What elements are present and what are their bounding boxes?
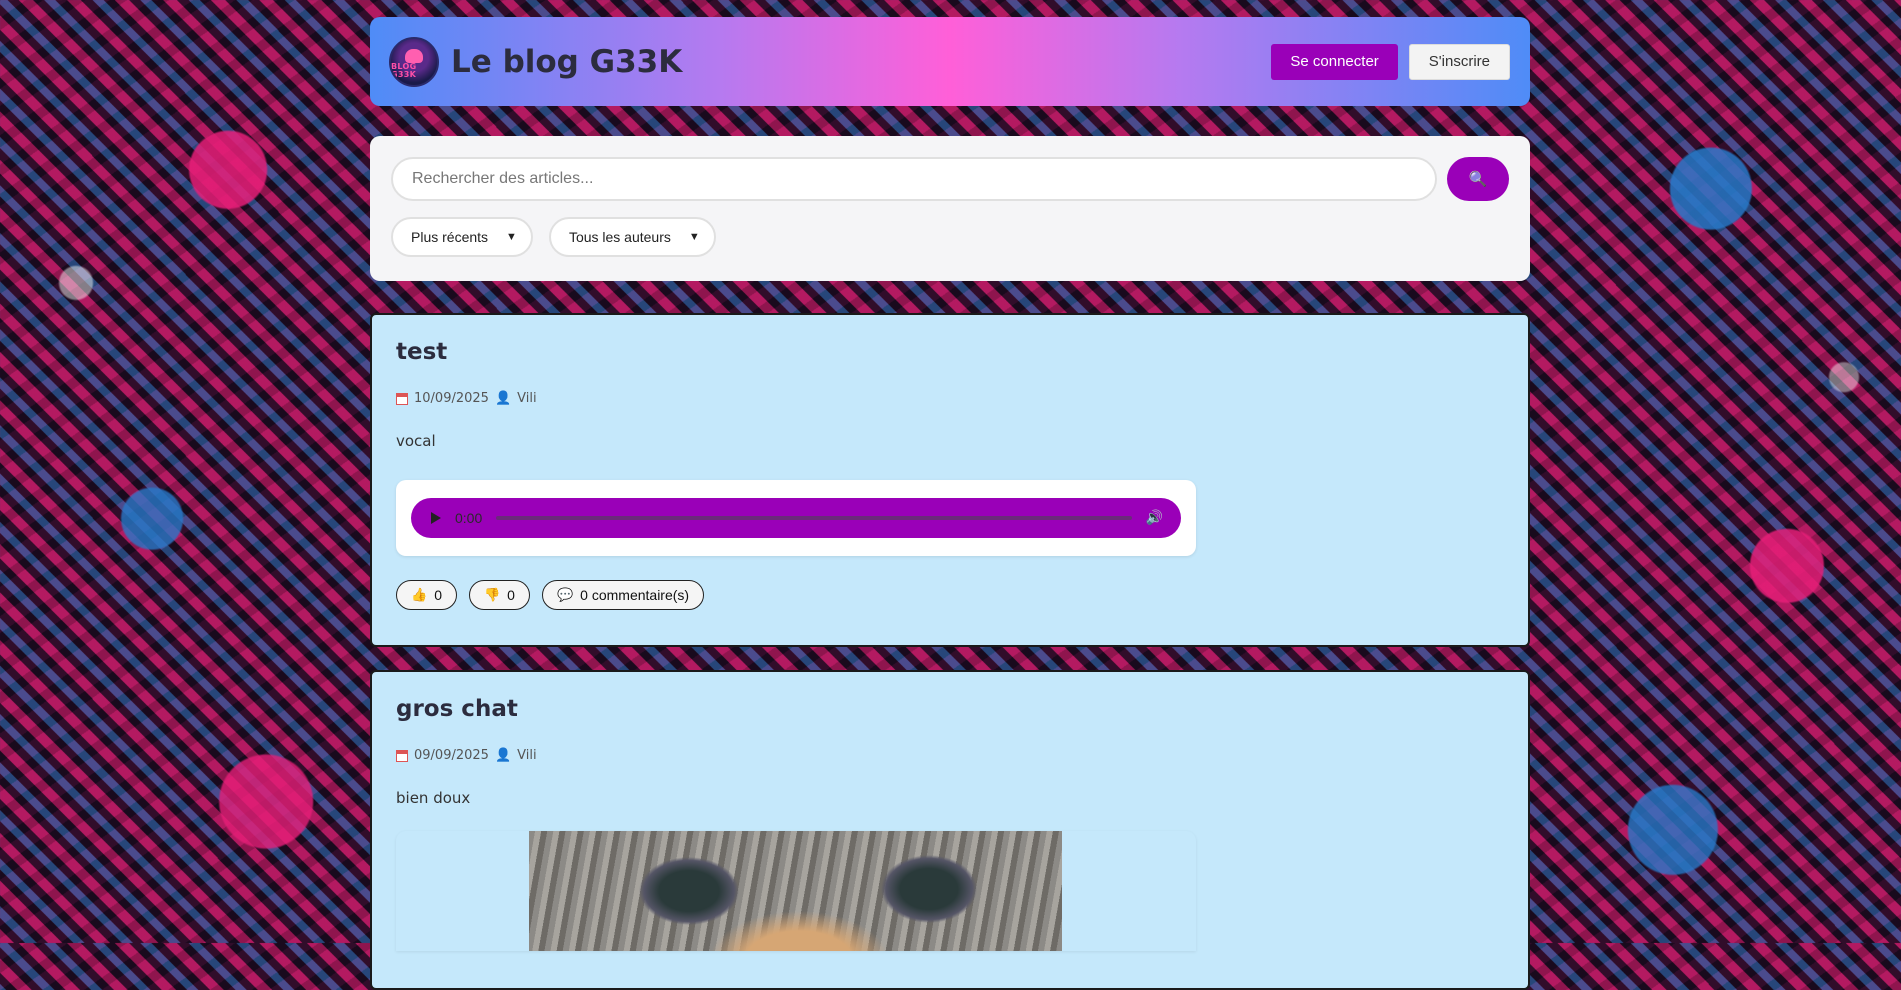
speech-bubble-icon: 💬 — [556, 587, 574, 602]
sort-select-value: Plus récents — [411, 229, 489, 245]
calendar-icon — [396, 392, 408, 405]
brand[interactable]: BLOG G33K Le blog G33K — [389, 36, 683, 87]
auth-buttons: Se connecter S'inscrire — [1271, 43, 1510, 80]
login-button[interactable]: Se connecter — [1271, 43, 1398, 80]
search-icon: 🔍 — [1468, 171, 1488, 188]
volume-icon[interactable]: 🔊 — [1146, 510, 1163, 526]
comment-count: 0 commentaire(s) — [580, 587, 690, 603]
site-header: BLOG G33K Le blog G33K Se connecter S'in… — [370, 17, 1530, 106]
chevron-down-icon: ▼ — [506, 231, 517, 243]
reactions: 👍 0 👎 0 💬 0 commentaire(s) — [396, 580, 1504, 610]
filter-row: Plus récents ▼ Tous les auteurs ▼ — [391, 217, 1509, 257]
post-author: Vili — [517, 391, 537, 406]
user-icon: 👤 — [494, 391, 512, 406]
page-container: BLOG G33K Le blog G33K Se connecter S'in… — [370, 17, 1530, 990]
post-body: vocal — [396, 432, 436, 450]
like-count: 0 — [434, 587, 442, 603]
audio-time: 0:00 — [455, 510, 483, 526]
like-button[interactable]: 👍 0 — [396, 580, 457, 610]
post-body: bien doux — [396, 789, 471, 807]
user-icon: 👤 — [494, 748, 512, 763]
calendar-icon — [396, 749, 408, 762]
post-card: gros chat 09/09/2025 👤 Vili bien doux — [370, 670, 1530, 990]
site-title: Le blog G33K — [451, 43, 683, 80]
post-card: test 10/09/2025 👤 Vili vocal 0:00 🔊 👍 0 … — [370, 313, 1530, 647]
logo: BLOG G33K — [389, 36, 439, 87]
search-row: 🔍 — [391, 157, 1509, 201]
audio-progress-bar[interactable] — [496, 516, 1132, 520]
post-meta: 09/09/2025 👤 Vili — [396, 748, 1504, 763]
image-card — [396, 831, 1196, 951]
logo-face-icon — [405, 48, 423, 63]
post-date: 10/09/2025 — [414, 391, 489, 406]
post-meta: 10/09/2025 👤 Vili — [396, 391, 1504, 406]
comments-button[interactable]: 💬 0 commentaire(s) — [541, 580, 705, 610]
author-select[interactable]: Tous les auteurs ▼ — [548, 217, 716, 257]
search-input[interactable] — [391, 157, 1437, 201]
thumbs-down-icon: 👎 — [483, 587, 501, 602]
post-author: Vili — [517, 748, 537, 763]
audio-player[interactable]: 0:00 🔊 — [411, 498, 1181, 538]
chevron-down-icon: ▼ — [688, 231, 700, 243]
sort-select[interactable]: Plus récents ▼ — [391, 217, 533, 257]
audio-card: 0:00 🔊 — [396, 480, 1196, 556]
author-select-value: Tous les auteurs — [568, 229, 671, 245]
play-icon[interactable] — [431, 512, 441, 524]
post-title[interactable]: gros chat — [396, 696, 1504, 722]
thumbs-up-icon: 👍 — [411, 587, 428, 602]
logo-text: BLOG G33K — [391, 61, 417, 79]
search-panel: 🔍 Plus récents ▼ Tous les auteurs ▼ — [370, 136, 1530, 281]
post-title[interactable]: test — [396, 339, 1504, 365]
dislike-button[interactable]: 👎 0 — [468, 580, 530, 610]
signup-button[interactable]: S'inscrire — [1408, 43, 1510, 80]
post-image[interactable] — [529, 831, 1062, 951]
post-date: 09/09/2025 — [414, 748, 489, 763]
search-button[interactable]: 🔍 — [1447, 157, 1509, 201]
dislike-count: 0 — [507, 587, 515, 603]
